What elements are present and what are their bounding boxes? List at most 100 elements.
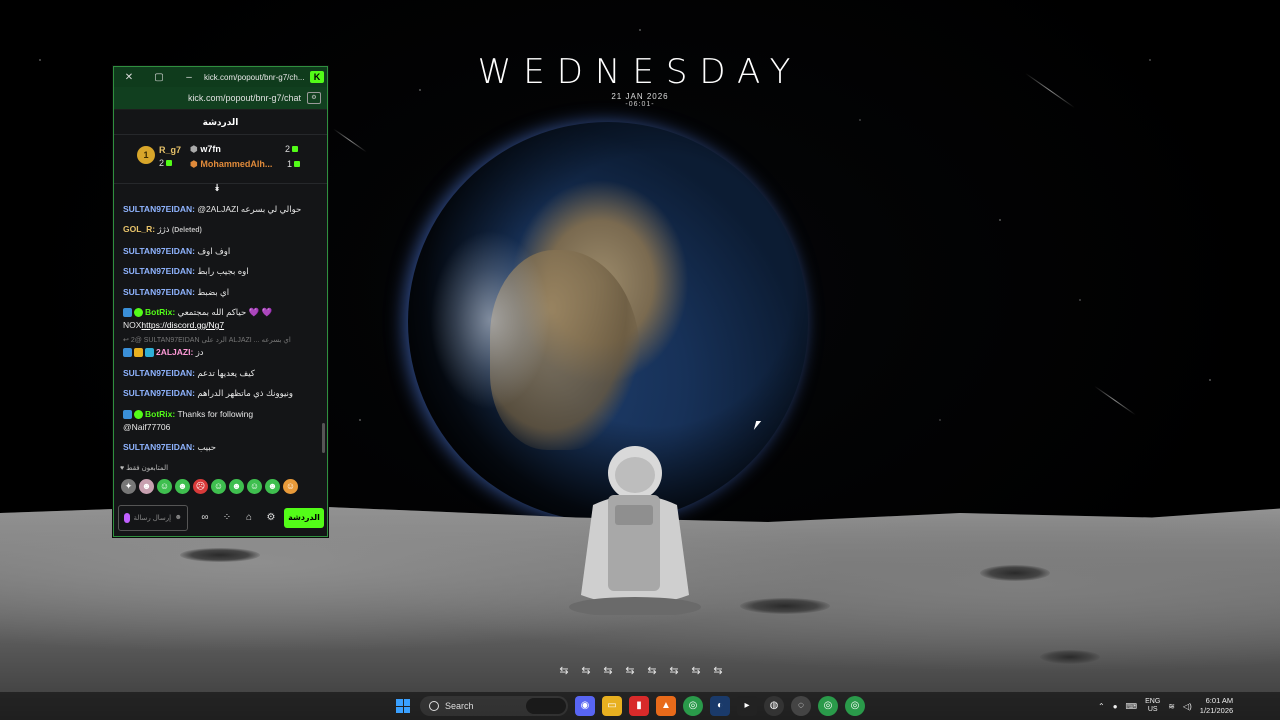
windows-start-icon[interactable] (396, 699, 410, 713)
username[interactable]: SULTAN97EIDAN: (123, 368, 195, 378)
chat-input[interactable]: إرسال رسالة ☻ (118, 504, 188, 531)
mic-tray-icon[interactable]: ● (1113, 702, 1118, 711)
link-icon[interactable]: ⇆ (621, 664, 639, 677)
emote[interactable]: ☹ (193, 479, 208, 494)
discord-icon[interactable]: ◉ (575, 696, 595, 716)
username[interactable]: SULTAN97EIDAN: (123, 442, 195, 452)
language-text: ENG (1145, 698, 1161, 705)
emote[interactable]: ☻ (265, 479, 280, 494)
emote[interactable]: ☺ (157, 479, 172, 494)
close-icon[interactable]: ✕ (114, 72, 144, 83)
gift-icon (294, 161, 301, 167)
link-icon[interactable]: ⇆ (709, 664, 727, 677)
terminal-icon[interactable]: ▸ (737, 696, 757, 716)
message-text: اوف اوف (197, 245, 231, 256)
maximize-icon[interactable]: ▢ (144, 72, 174, 83)
emote[interactable]: ☻ (229, 479, 244, 494)
chrome-profile-2-icon[interactable]: ◎ (845, 696, 865, 716)
message-text: دز (195, 347, 204, 357)
taskbar-search[interactable]: Search (420, 696, 568, 716)
username[interactable]: GOL_R: (123, 224, 155, 234)
chat-message: 2ALJAZI: دز (123, 346, 319, 359)
chat-input-placeholder: إرسال رسالة (133, 514, 172, 522)
share-icon[interactable]: ⁘ (216, 512, 238, 523)
discord-link[interactable]: https://discord.gg/Ng7 (141, 320, 224, 330)
leader-name[interactable]: R_g7 (159, 145, 181, 155)
reply-reference[interactable]: ↩ 2@ SULTAN97EIDAN الرد على ALJAZI ... ا… (123, 336, 319, 344)
username[interactable]: BotRix: (145, 307, 175, 317)
chat-messages: SULTAN97EIDAN: @2ALJAZI حوالي لي بسرعه G… (114, 195, 319, 455)
followers-only-label: ♥ المتابعون فقط (120, 464, 168, 472)
message-text: Thanks for following (177, 408, 254, 419)
username[interactable]: BotRix: (145, 409, 175, 419)
emote[interactable]: ☺ (283, 479, 298, 494)
chevron-up-icon[interactable]: ⌃ (1098, 702, 1105, 711)
leader-name[interactable]: ⬢ w7fn (190, 144, 221, 155)
app-gray-icon[interactable]: ◌ (791, 696, 811, 716)
message-text: اوه بجيب رابط (197, 266, 249, 276)
crown-badge-icon (134, 348, 143, 358)
link-icon[interactable]: ⇆ (577, 664, 595, 677)
language-indicator[interactable]: ENG US (1145, 698, 1160, 714)
mic-icon[interactable] (124, 512, 130, 523)
message-text: حياكم الله بمجتمعي 💜 💜 (177, 307, 273, 317)
chat-message: BotRix: حياكم الله بمجتمعي 💜 💜 NOXhttps:… (123, 306, 319, 332)
collapse-arrow-icon[interactable]: ⯯ (214, 183, 220, 194)
site-controls-icon[interactable]: ⚙ (307, 92, 321, 104)
username[interactable]: SULTAN97EIDAN: (123, 246, 195, 256)
shield-icon: ⬢ (190, 144, 198, 154)
link-icon[interactable]: ⇆ (599, 664, 617, 677)
obs-icon[interactable]: ◍ (764, 696, 784, 716)
chrome-icon[interactable]: ◎ (683, 696, 703, 716)
emote[interactable]: ☺ (247, 479, 262, 494)
window-title: kick.com/popout/bnr-g7/ch... (204, 72, 305, 82)
heart-icon: ♥ (120, 465, 125, 472)
emote[interactable]: ☺ (211, 479, 226, 494)
keyboard-icon[interactable]: ⌨ (1126, 702, 1138, 711)
rank-badge: 1 (137, 146, 155, 164)
address-url: kick.com/popout/bnr-g7/chat (187, 93, 301, 103)
astronaut-image (569, 446, 701, 615)
emote[interactable]: ☻ (175, 479, 190, 494)
username[interactable]: SULTAN97EIDAN: (123, 388, 195, 398)
minimize-icon[interactable]: – (174, 72, 204, 83)
emote[interactable]: ✦ (121, 479, 136, 494)
infinity-icon[interactable]: ∞ (194, 512, 216, 523)
link-icon[interactable]: ⇆ (555, 664, 573, 677)
followers-only-text: المتابعون فقط (126, 465, 169, 472)
username[interactable]: SULTAN97EIDAN: (123, 266, 195, 276)
earth-clouds (430, 230, 550, 410)
link-icon-row: ⇆ ⇆ ⇆ ⇆ ⇆ ⇆ ⇆ ⇆ (555, 664, 727, 677)
file-explorer-icon[interactable]: ▭ (602, 696, 622, 716)
username[interactable]: SULTAN97EIDAN: (123, 287, 195, 297)
taskbar-clock[interactable]: 6:01 AM 1/21/2026 (1200, 696, 1233, 716)
window-titlebar: ✕ ▢ – kick.com/popout/bnr-g7/ch... K (114, 67, 327, 87)
link-icon[interactable]: ⇆ (643, 664, 661, 677)
emoji-icon[interactable]: ☻ (175, 514, 182, 521)
shield-icon: ⬢ (190, 159, 198, 169)
address-bar[interactable]: kick.com/popout/bnr-g7/chat ⚙ (114, 87, 327, 110)
volume-icon[interactable]: ◁) (1183, 702, 1192, 711)
username[interactable]: 2ALJAZI: (156, 347, 193, 357)
settings-gear-icon[interactable]: ⚙ (260, 512, 282, 523)
app-orange-icon[interactable]: ▲ (656, 696, 676, 716)
leader-name[interactable]: ⬢ MohammedAlh... (190, 159, 285, 170)
link-icon[interactable]: ⇆ (665, 664, 683, 677)
app-red-icon[interactable]: ▮ (629, 696, 649, 716)
emote[interactable]: ☻ (139, 479, 154, 494)
leader-count-value: 2 (285, 144, 291, 154)
gift-icon (166, 160, 173, 166)
chat-message: SULTAN97EIDAN: اوف اوف (123, 245, 319, 258)
subscriber-badge-icon (145, 348, 154, 358)
search-icon (429, 701, 439, 711)
search-label: Search (445, 701, 474, 711)
chat-scrollbar[interactable] (322, 423, 325, 453)
link-icon[interactable]: ⇆ (687, 664, 705, 677)
steam-icon[interactable]: ◐ (710, 696, 730, 716)
chat-send-button[interactable]: الدردشة (284, 507, 324, 528)
username[interactable]: SULTAN97EIDAN: (123, 204, 195, 214)
store-icon[interactable]: ⌂ (238, 512, 260, 523)
chrome-profile-icon[interactable]: ◎ (818, 696, 838, 716)
verified-badge-icon (134, 308, 143, 318)
wifi-icon[interactable]: ≋ (1168, 702, 1175, 711)
